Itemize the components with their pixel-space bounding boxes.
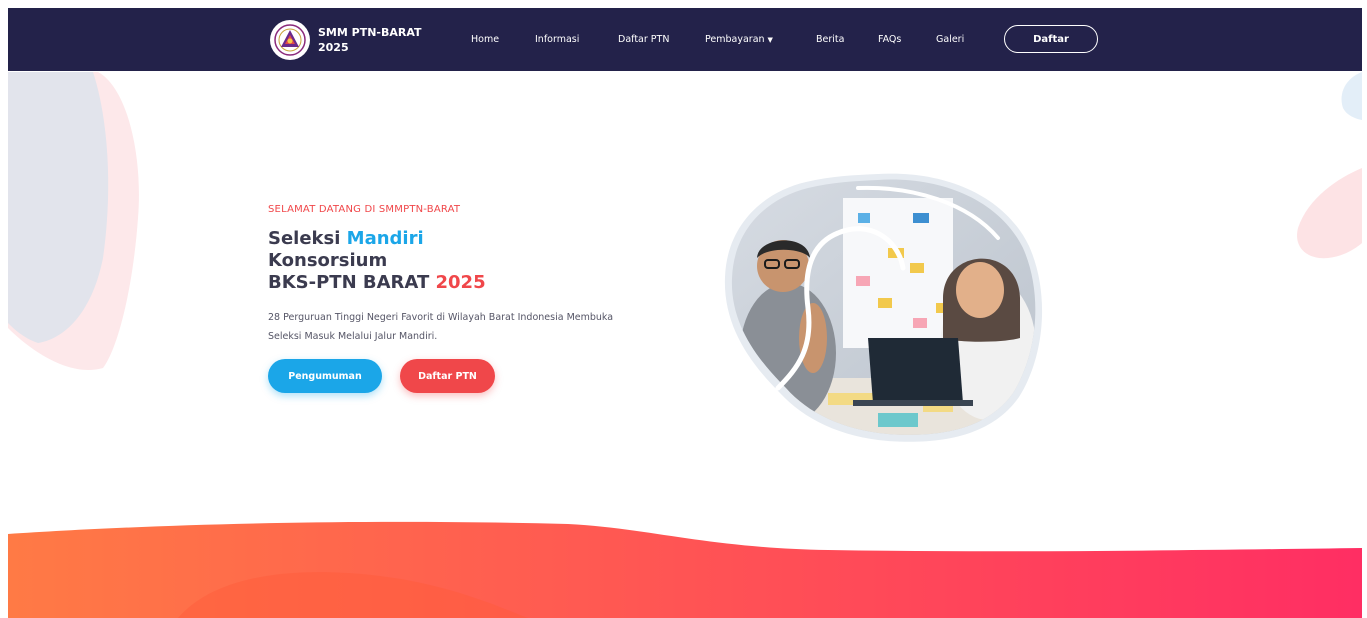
page: SMM PTN-BARAT 2025 Home Informasi Daftar… [8,8,1362,618]
students-collaborating-photo [724,173,1043,442]
